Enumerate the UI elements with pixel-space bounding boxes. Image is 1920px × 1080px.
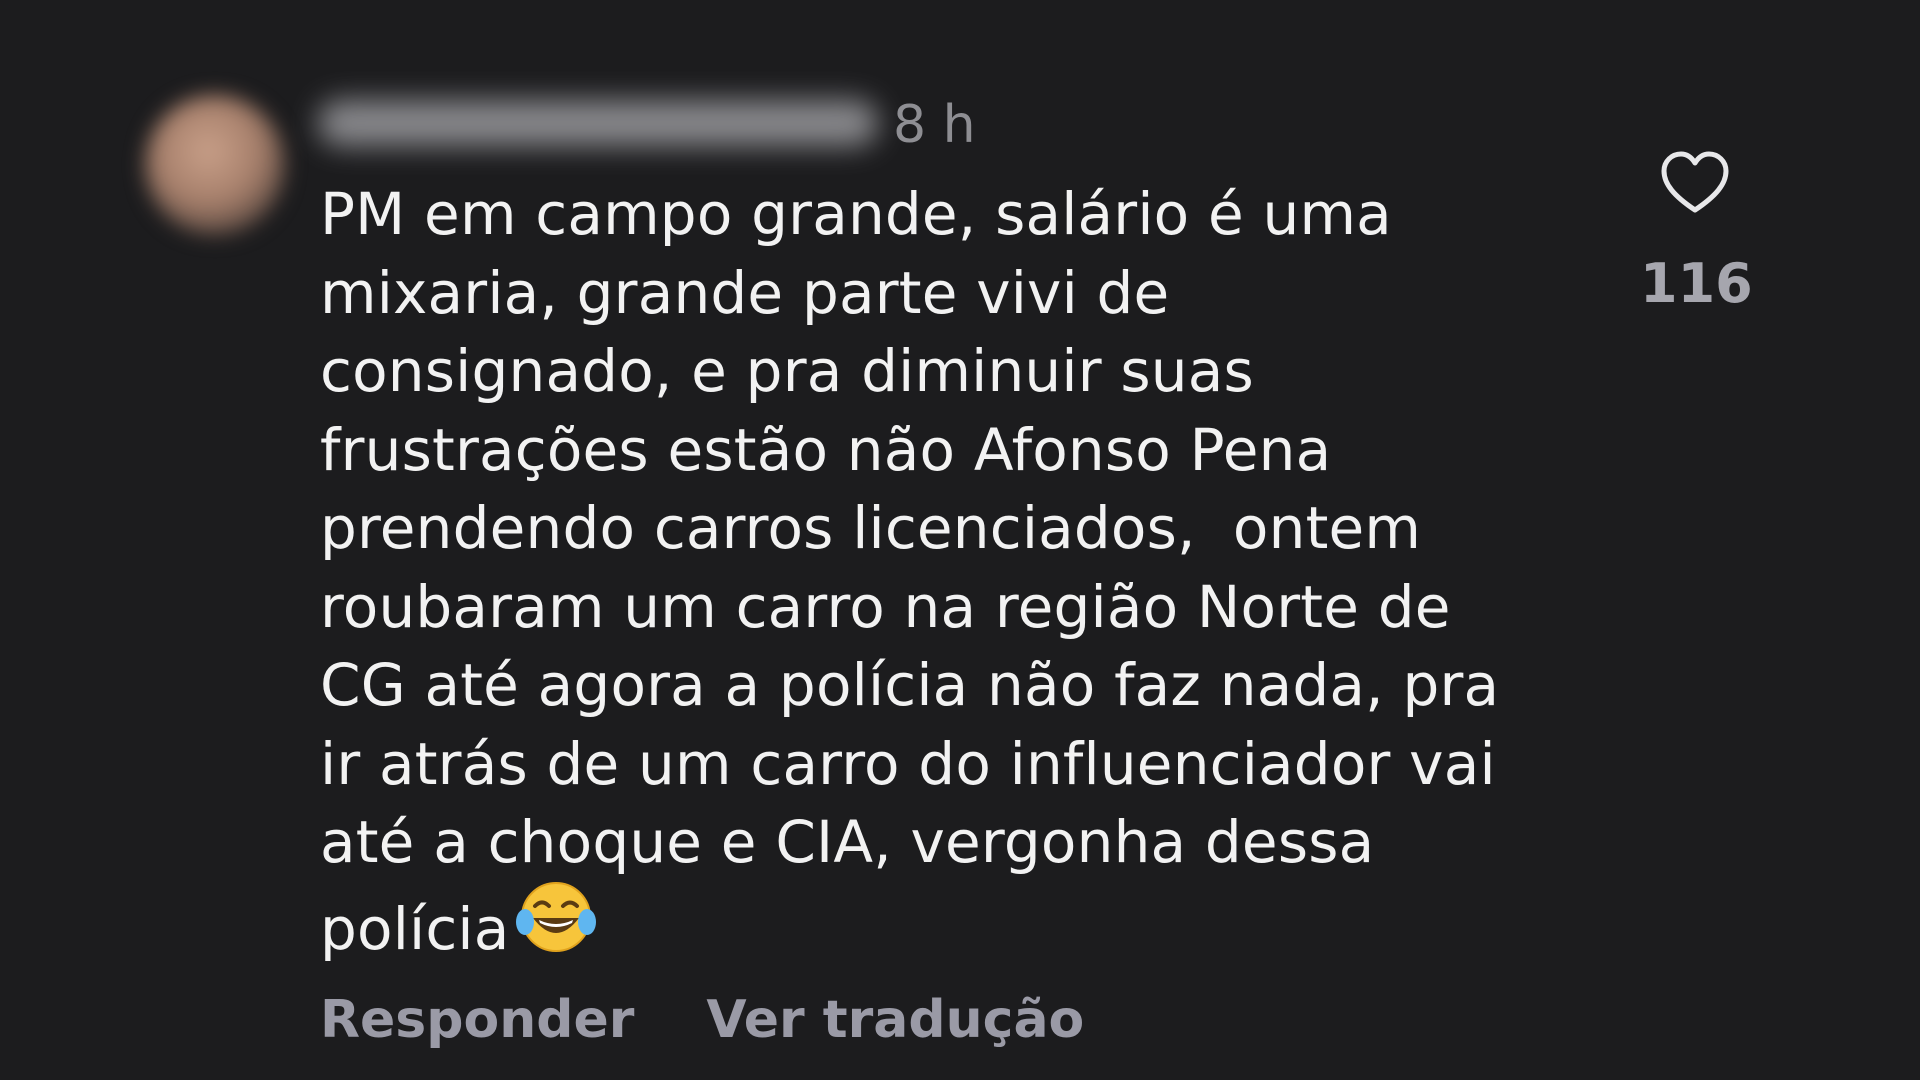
comment-text: PM em campo grande, salário é uma mixari… [320,180,1500,963]
comment-body: PM em campo grande, salário é uma mixari… [320,175,1620,983]
like-count: 116 [1640,252,1753,315]
reply-button[interactable]: Responder [320,990,634,1050]
avatar[interactable] [145,95,285,235]
see-translation-button[interactable]: Ver tradução [706,990,1084,1050]
face-with-tears-of-joy-icon [515,876,597,978]
username-blurred[interactable] [318,100,878,146]
comment-item: 8 h PM em campo grande, salário é uma mi… [0,0,1920,1080]
comment-timestamp: 8 h [893,95,976,155]
comment-actions: Responder Ver tradução [320,990,1084,1050]
heart-outline-icon[interactable] [1660,150,1730,216]
